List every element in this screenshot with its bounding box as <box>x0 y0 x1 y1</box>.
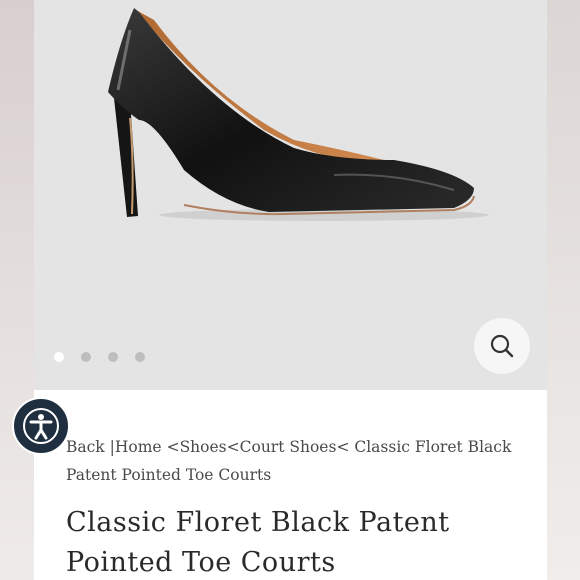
search-icon <box>490 334 514 358</box>
breadcrumb: Back |Home <Shoes<Court Shoes< Classic F… <box>66 438 512 484</box>
product-image-gallery[interactable] <box>34 0 547 390</box>
breadcrumb-back-link[interactable]: Back <box>66 438 105 456</box>
product-title: Classic Floret Black Patent Pointed Toe … <box>66 507 450 578</box>
background-left-edge <box>0 0 34 580</box>
gallery-dot-1[interactable] <box>54 352 64 362</box>
breadcrumb-shoes-link[interactable]: Shoes <box>180 438 227 456</box>
accessibility-button[interactable] <box>12 397 70 455</box>
gallery-dot-3[interactable] <box>108 352 118 362</box>
product-page: Back |Home <Shoes<Court Shoes< Classic F… <box>34 0 547 580</box>
background-right-edge <box>546 0 580 580</box>
breadcrumb-court-shoes-link[interactable]: Court Shoes <box>240 438 337 456</box>
zoom-button[interactable] <box>474 318 530 374</box>
gallery-pagination <box>54 352 145 362</box>
breadcrumb-home-link[interactable]: Home <box>115 438 162 456</box>
gallery-dot-4[interactable] <box>135 352 145 362</box>
gallery-dot-2[interactable] <box>81 352 91 362</box>
product-image <box>108 8 489 221</box>
accessibility-icon <box>23 408 59 444</box>
